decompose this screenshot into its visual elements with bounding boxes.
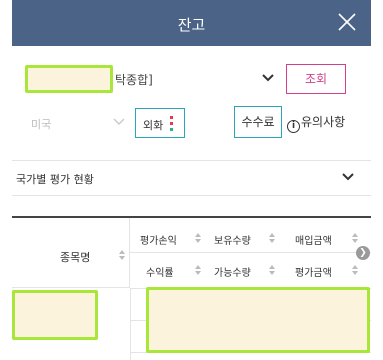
chevron-down-icon: [262, 74, 274, 82]
chevron-down-icon: [113, 118, 125, 126]
sort-icon: [195, 265, 201, 275]
column-header-available-qty[interactable]: 가능수량: [214, 264, 251, 279]
header-divider: [130, 252, 371, 253]
country-select[interactable]: 미국: [25, 108, 125, 138]
section-title: 국가별 평가 현황: [16, 173, 94, 186]
close-button[interactable]: [335, 10, 359, 34]
sort-icon: [352, 233, 358, 243]
fx-toggle-button[interactable]: 외화: [135, 108, 185, 138]
stock-values-redacted: [146, 287, 370, 353]
search-button[interactable]: 조회: [286, 64, 346, 94]
column-divider: [130, 288, 131, 360]
account-number-redacted: [25, 65, 113, 93]
sort-icon: [352, 265, 358, 275]
fx-indicator-icon: [170, 116, 173, 131]
info-icon: i: [287, 120, 300, 133]
sort-icon: [119, 250, 125, 260]
column-label: 종목명: [60, 251, 91, 264]
close-icon: [338, 13, 356, 31]
holdings-table: 종목명 평가손익 보유수량 매입금액 ❯ 수익률 가능수량 평가금액: [12, 216, 371, 360]
account-select[interactable]: 탁종합]: [25, 65, 277, 95]
notice-link[interactable]: i 유의사항: [287, 113, 345, 133]
fx-label: 외화: [143, 119, 164, 132]
column-header-purchase-amt[interactable]: 매입금액: [295, 232, 332, 247]
column-header-eval-amt[interactable]: 평가금액: [295, 264, 332, 279]
chevron-down-icon: [342, 173, 354, 181]
sort-icon: [269, 233, 275, 243]
column-header-return-rate[interactable]: 수익률: [146, 264, 174, 279]
stock-name-redacted: [12, 290, 98, 340]
sort-icon: [195, 233, 201, 243]
country-value: 미국: [31, 118, 52, 131]
country-summary-toggle[interactable]: 국가별 평가 현황: [12, 160, 371, 196]
column-header-holding-qty[interactable]: 보유수량: [214, 232, 251, 247]
notice-label: 유의사항: [301, 115, 346, 129]
sort-icon: [269, 265, 275, 275]
title-bar: 잔고: [12, 0, 371, 46]
scroll-right-icon[interactable]: ❯: [356, 246, 370, 260]
page-title: 잔고: [177, 16, 206, 34]
fee-button[interactable]: 수수료: [234, 106, 282, 138]
account-type-label: 탁종합]: [115, 73, 153, 87]
column-header-name[interactable]: 종목명: [12, 218, 130, 288]
column-header-eval-pl[interactable]: 평가손익: [140, 232, 177, 247]
